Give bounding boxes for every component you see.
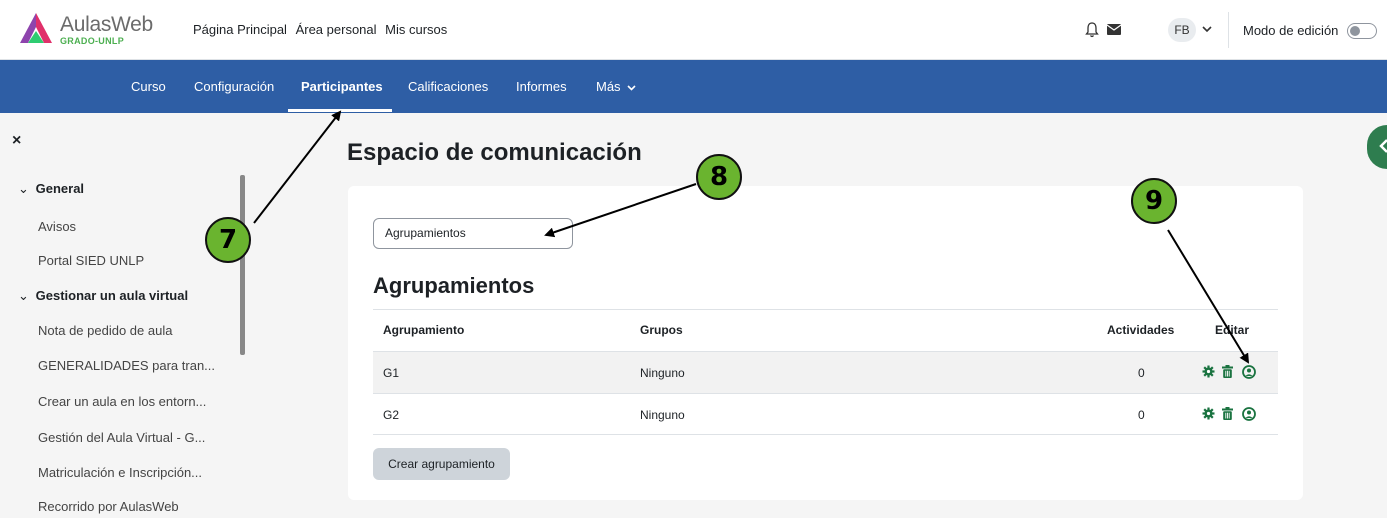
arrow-7 (253, 110, 342, 224)
arrow-8 (544, 183, 697, 238)
arrow-9 (1167, 229, 1250, 364)
callout-badge-9: 9 (1131, 178, 1177, 224)
callout-badge-8: 8 (696, 154, 742, 200)
annotation-arrows (253, 110, 1250, 364)
callout-badge-7: 7 (205, 217, 251, 263)
